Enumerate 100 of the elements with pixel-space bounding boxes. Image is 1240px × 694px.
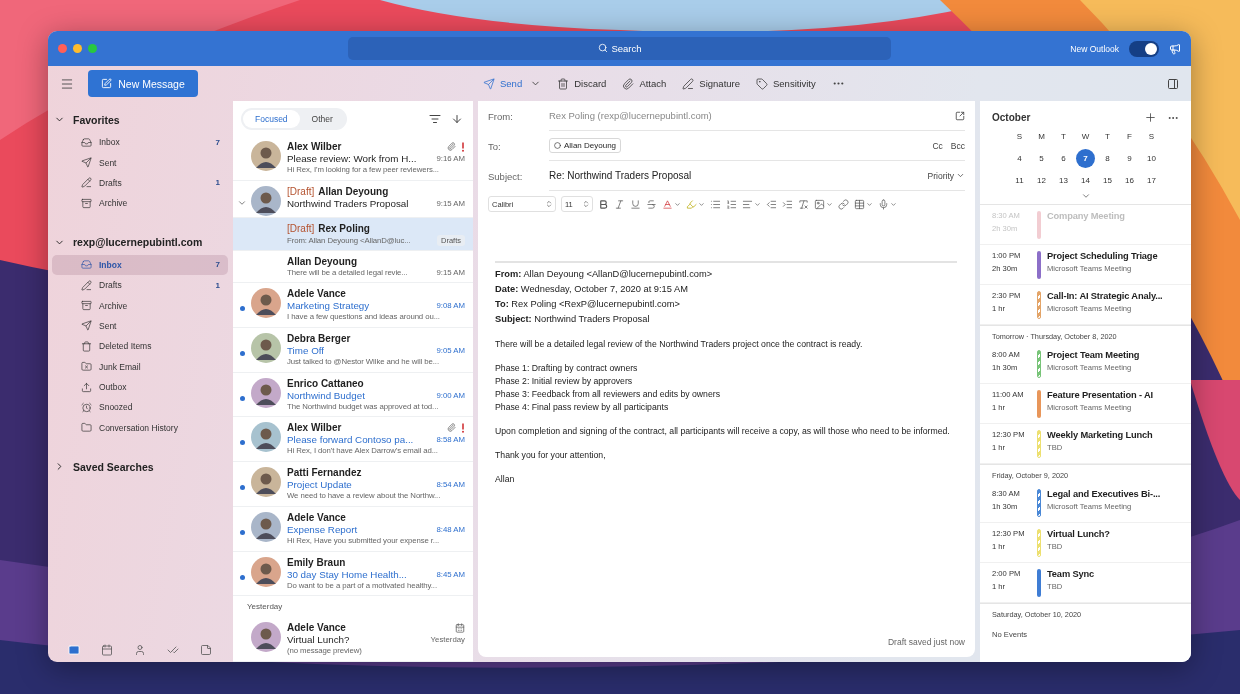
folder-item[interactable]: Drafts 1 xyxy=(52,172,228,194)
minimize-button[interactable] xyxy=(73,44,82,53)
folder-item[interactable]: Inbox 7 xyxy=(52,132,228,153)
nav-button[interactable] xyxy=(166,644,179,656)
calendar-day[interactable]: 7 xyxy=(1076,149,1095,168)
filter-icon[interactable] xyxy=(429,112,441,125)
folder-item[interactable]: Inbox 7 xyxy=(52,254,228,275)
folder-item[interactable]: Outbox xyxy=(52,376,228,398)
body-text: Phase 2: Initial review by approvers xyxy=(495,375,634,388)
folder-item[interactable]: Sent xyxy=(52,315,228,337)
toolbar-button[interactable]: Send xyxy=(483,77,523,90)
avatar xyxy=(251,141,281,172)
inbox-icon xyxy=(81,136,92,148)
calendar-day[interactable]: 13 xyxy=(1054,171,1073,190)
subject-label: Subject: xyxy=(488,170,524,182)
nav-button[interactable] xyxy=(199,644,212,656)
table-menu-button[interactable] xyxy=(854,198,873,210)
folder-section-header[interactable]: rexp@lucernepubintl.com xyxy=(52,229,228,255)
bullet-list-icon[interactable] xyxy=(710,198,721,210)
avatar xyxy=(251,288,281,319)
quoted-header-line: From: Allan Deyoung <AllanD@lucernepubintl.com> xyxy=(495,268,714,281)
sort-icon[interactable] xyxy=(451,112,463,125)
menu-icon[interactable] xyxy=(60,76,74,91)
toolbar-button[interactable]: Sensitivity xyxy=(756,77,816,90)
folder-item[interactable]: Sent xyxy=(52,152,228,173)
calendar-day[interactable]: 10 xyxy=(1142,149,1161,168)
archive-icon xyxy=(81,197,92,209)
calendar-day[interactable]: 14 xyxy=(1076,171,1095,190)
font-color-menu-button[interactable] xyxy=(662,198,681,210)
caret-icon xyxy=(698,200,705,208)
add-icon[interactable] xyxy=(1144,111,1157,124)
toggle-switch[interactable] xyxy=(1129,40,1159,57)
numbered-list-icon[interactable] xyxy=(726,198,737,210)
cc-button[interactable]: Cc xyxy=(932,140,943,151)
recipient-chip[interactable]: Allan Deyoung xyxy=(549,138,622,153)
folder-item[interactable]: Archive xyxy=(52,193,228,214)
inbox-tab[interactable]: Focused xyxy=(243,109,300,128)
subject-field[interactable]: Re: Northwind Traders Proposal xyxy=(549,170,692,181)
draft-label: [Draft] xyxy=(287,186,315,198)
calendar-day[interactable]: 8 xyxy=(1098,149,1117,168)
calendar-day[interactable]: 9 xyxy=(1120,149,1139,168)
search-field[interactable]: Search xyxy=(348,37,891,60)
nav-button[interactable] xyxy=(101,644,114,656)
align-menu-button[interactable] xyxy=(742,198,761,210)
sender-name: Enrico Cattaneo xyxy=(287,377,364,389)
sender-name: Adele Vance xyxy=(287,511,346,523)
calendar-day[interactable]: 15 xyxy=(1098,171,1117,190)
folder-label: Inbox xyxy=(99,259,123,270)
toolbar-button[interactable]: Attach xyxy=(622,77,667,90)
strikethrough-icon[interactable] xyxy=(646,198,657,210)
avatar xyxy=(251,622,281,653)
indent-icon[interactable] xyxy=(782,198,793,210)
calendar-day[interactable]: 16 xyxy=(1120,171,1139,190)
calendar-day[interactable]: 17 xyxy=(1142,171,1161,190)
folder-section-header[interactable]: Favorites xyxy=(52,107,228,132)
body-text: Phase 1: Drafting by contract owners xyxy=(495,362,639,375)
folder-item[interactable]: Drafts 1 xyxy=(52,274,228,296)
pop-out-icon[interactable] xyxy=(955,110,965,121)
priority-dropdown[interactable]: Priority xyxy=(927,170,965,181)
toolbar-button[interactable]: Signature xyxy=(682,77,740,90)
bold-icon[interactable] xyxy=(598,198,609,210)
folder-label: Inbox xyxy=(99,137,121,148)
folder-item[interactable]: Junk Email xyxy=(52,356,228,377)
panel-icon[interactable] xyxy=(1167,77,1179,90)
send-icon xyxy=(81,320,92,332)
folder-item[interactable]: Snoozed xyxy=(52,397,228,418)
calendar-day[interactable]: 5 xyxy=(1032,149,1051,168)
nav-button[interactable] xyxy=(134,644,146,656)
expand-icon[interactable] xyxy=(1080,191,1091,201)
microphone-menu-button[interactable] xyxy=(878,198,897,210)
folder-item[interactable]: Deleted Items xyxy=(52,336,228,357)
underline-icon[interactable] xyxy=(630,198,641,210)
folder-label: Archive xyxy=(99,300,129,311)
calendar-day[interactable]: 12 xyxy=(1032,171,1051,190)
event-title: Project Scheduling Triage xyxy=(1047,251,1159,261)
calendar-day[interactable]: 6 xyxy=(1054,149,1073,168)
sender-name: Alex Wilber xyxy=(287,141,342,153)
italic-icon[interactable] xyxy=(614,198,625,210)
link-icon[interactable] xyxy=(838,198,849,210)
weekday-label: W xyxy=(1080,131,1091,143)
folder-item[interactable]: Conversation History xyxy=(52,417,228,439)
inbox-tab[interactable]: Other xyxy=(299,109,345,128)
weekday-label: S xyxy=(1015,131,1024,143)
event-title: Weekly Marketing Lunch xyxy=(1047,430,1154,440)
image-menu-button[interactable] xyxy=(814,198,833,210)
toggle-label: New Outlook xyxy=(1070,43,1119,54)
folder-section-header[interactable]: Saved Searches xyxy=(52,454,228,480)
folder-item[interactable]: Archive xyxy=(52,295,228,316)
megaphone-icon[interactable] xyxy=(1169,42,1181,55)
calendar-day[interactable]: 11 xyxy=(1010,171,1029,190)
calendar-day[interactable]: 4 xyxy=(1010,149,1029,168)
clear-format-icon[interactable] xyxy=(798,198,809,210)
bcc-button[interactable]: Bcc xyxy=(950,140,965,151)
new-message-button[interactable]: New Message xyxy=(88,70,198,97)
zoom-button[interactable] xyxy=(88,44,97,53)
quoted-header-line: Subject: Northwind Traders Proposal xyxy=(495,313,651,326)
message-subject: Northwind Traders Proposal xyxy=(287,198,409,210)
event-title: Company Meeting xyxy=(1047,211,1126,221)
toolbar-button[interactable]: Discard xyxy=(557,77,607,90)
outdent-icon[interactable] xyxy=(766,198,777,210)
